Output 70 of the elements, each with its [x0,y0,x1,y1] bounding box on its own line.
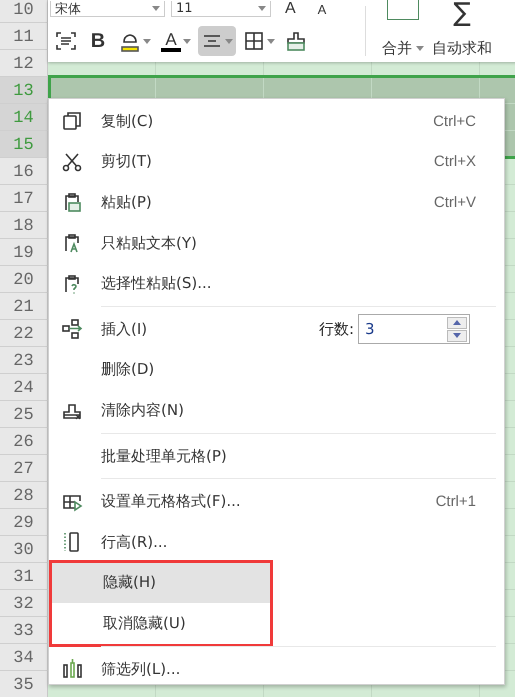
font-size-field[interactable]: 11 [171,1,271,17]
row-header[interactable]: 13 [0,77,48,104]
menu-item[interactable]: 剪切(T) Ctrl+X [49,142,504,182]
spin-down-button[interactable] [447,330,467,342]
menu-item[interactable]: 只粘贴文本(Y) [49,222,504,264]
up-arrow-icon [453,320,461,326]
shortcut-label: Ctrl+C [433,112,476,130]
row-header[interactable]: 15 [0,131,48,158]
row-header[interactable]: 17 [0,185,48,212]
row-header[interactable]: 20 [0,266,48,293]
down-arrow-icon [453,333,461,338]
row-header[interactable]: 14 [0,104,48,131]
menu-item[interactable]: 粘贴(P) Ctrl+V [49,182,504,223]
grow-font-button[interactable]: A [277,0,304,18]
row-header[interactable]: 24 [0,374,48,401]
row-header[interactable]: 25 [0,401,48,428]
shrink-font-button[interactable]: A [310,2,334,16]
menu-item[interactable]: 复制(C) Ctrl+C [49,101,504,142]
row-header[interactable]: 29 [0,509,48,536]
borders-icon [243,30,265,52]
font-field[interactable]: 宋体 [50,1,165,17]
sum-icon: ∑ [453,0,471,26]
row-header[interactable]: 28 [0,482,48,509]
row-header[interactable]: 30 [0,536,48,563]
filter-columns-icon [61,658,83,680]
caret-icon [152,6,160,11]
row-header[interactable]: 32 [0,590,48,617]
scissors-icon [61,150,83,173]
row-header[interactable]: 35 [0,671,48,697]
menu-item[interactable]: 取消隐藏(U) [52,603,270,644]
sum-button[interactable]: ∑ 自动求和 [428,0,496,62]
merge-button[interactable]: 合并 [378,0,428,62]
row-header[interactable]: 34 [0,644,48,671]
row-header[interactable]: 22 [0,320,48,347]
rows-label: 行数: [318,320,354,339]
menu-item[interactable]: 设置单元格格式(F)... Ctrl+1 [49,481,504,522]
menu-item[interactable]: 选择性粘贴(S)... [49,263,504,304]
menu-item[interactable]: 隐藏(H) [52,562,270,604]
row-header[interactable]: 27 [0,455,48,482]
row-header[interactable]: 16 [0,158,48,185]
row-header[interactable]: 33 [0,617,48,644]
menu-item[interactable]: 筛选列(L)... [49,648,504,690]
wrap-text-icon [55,30,77,52]
row-header[interactable]: 26 [0,428,48,455]
menu-item[interactable]: 行高(R)... [49,522,504,563]
format-painter-icon [285,30,307,52]
row-header[interactable]: 11 [0,23,48,50]
shortcut-label: Ctrl+V [434,194,476,211]
fontcolor-button[interactable]: A [158,26,194,56]
align-button[interactable] [198,26,236,56]
row-header[interactable]: 18 [0,212,48,239]
menu-item[interactable]: 清除内容(N) [49,390,504,431]
menu-item[interactable]: 删除(D) [49,350,504,390]
insert-cells-icon [61,318,83,340]
shortcut-label: Ctrl+1 [436,493,476,510]
shortcut-label: Ctrl+X [434,153,476,170]
bold-button[interactable]: B [84,26,112,56]
row-header[interactable]: 12 [0,50,48,77]
row-header[interactable]: 23 [0,347,48,374]
menu-item[interactable]: 插入(I) 行数: 3 [49,308,504,350]
row-header[interactable]: 19 [0,239,48,266]
copy-icon [61,110,83,132]
row-header[interactable]: 10 [0,0,48,23]
caret-icon [258,6,266,11]
spin-up-button[interactable] [447,316,467,329]
row-header[interactable]: 31 [0,563,48,590]
rows-field[interactable]: 3 [358,314,470,344]
merge-icon [387,0,419,20]
row-header[interactable]: 21 [0,293,48,320]
menu-item[interactable]: 批量处理单元格(P) [49,436,504,476]
